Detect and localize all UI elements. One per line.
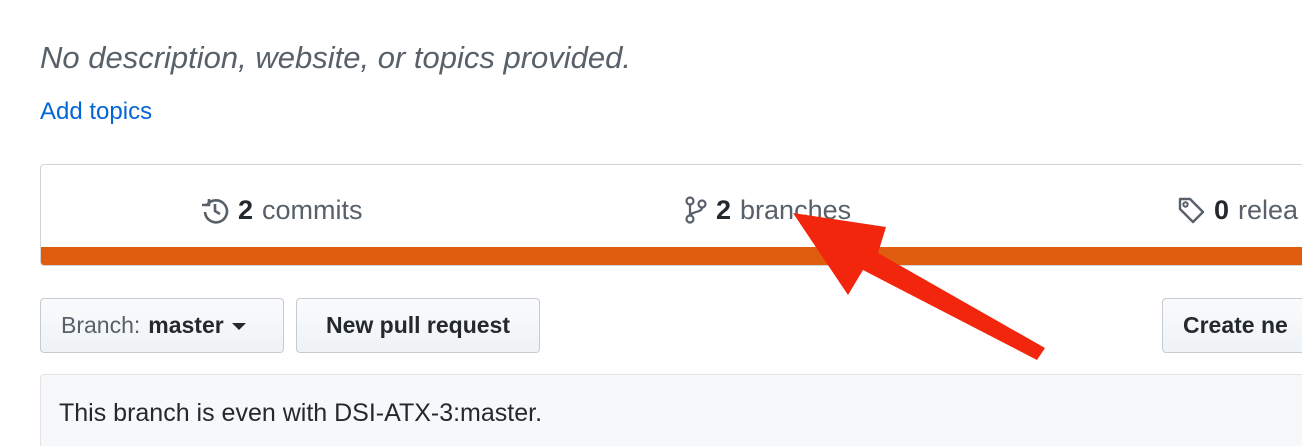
repo-summary-bar: 2 commits 2 branches 0 relea: [40, 164, 1302, 266]
commits-count: 2: [238, 194, 254, 225]
branch-name: master: [148, 312, 224, 338]
releases-link[interactable]: 0 relea: [1177, 193, 1298, 227]
branch-status-message: This branch is even with DSI-ATX-3:maste…: [59, 399, 543, 427]
releases-label: relea: [1238, 194, 1299, 225]
repo-description: No description, website, or topics provi…: [40, 40, 632, 75]
branch-select-button[interactable]: Branch: master: [40, 298, 284, 353]
commits-label: commits: [262, 194, 363, 225]
tag-icon: [1177, 196, 1205, 224]
language-bar: [41, 247, 1302, 265]
create-new-label: Create ne: [1183, 312, 1288, 338]
branches-label: branches: [740, 194, 852, 225]
releases-count: 0: [1214, 194, 1230, 225]
new-pull-request-label: New pull request: [325, 312, 511, 338]
history-icon: [201, 196, 229, 224]
repo-overview: No description, website, or topics provi…: [0, 0, 1302, 446]
create-new-file-button[interactable]: Create ne: [1162, 298, 1302, 353]
add-topics-link[interactable]: Add topics: [40, 98, 152, 126]
branches-count: 2: [716, 194, 732, 225]
caret-down-icon: [231, 323, 246, 330]
branches-link[interactable]: 2 branches: [685, 193, 851, 227]
git-branch-icon: [685, 196, 707, 224]
new-pull-request-button[interactable]: New pull request: [296, 298, 540, 353]
branch-prefix: Branch:: [61, 312, 141, 338]
branch-status-box: This branch is even with DSI-ATX-3:maste…: [40, 374, 1302, 446]
commits-link[interactable]: 2 commits: [201, 193, 363, 227]
